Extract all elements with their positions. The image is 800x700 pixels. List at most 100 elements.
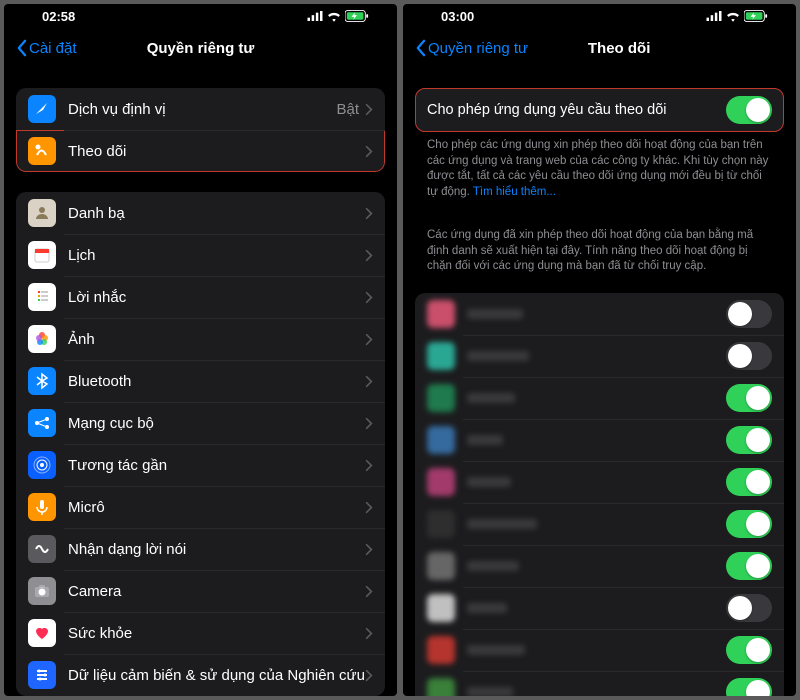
nearby-icon [28, 451, 56, 479]
nav-bar: Cài đặt Quyền riêng tư [4, 28, 397, 68]
row-nearby[interactable]: Tương tác gần [16, 444, 385, 486]
row-mic[interactable]: Micrô [16, 486, 385, 528]
app-name-blur [467, 351, 529, 361]
row-research[interactable]: Dữ liệu cảm biến & sử dụng của Nghiên cứ… [16, 654, 385, 696]
app-row[interactable] [415, 587, 784, 629]
app-tracking-switch[interactable] [726, 342, 772, 370]
chevron-right-icon [365, 333, 373, 346]
bluetooth-icon [28, 367, 56, 395]
back-label: Cài đặt [29, 40, 77, 57]
row-contacts[interactable]: Danh bạ [16, 192, 385, 234]
row-label: Sức khỏe [68, 625, 365, 642]
allow-tracking-switch[interactable] [726, 96, 772, 124]
app-name-blur [467, 309, 523, 319]
status-time: 02:58 [42, 9, 75, 24]
speech-icon [28, 535, 56, 563]
app-icon [427, 384, 455, 412]
row-label: Mạng cục bộ [68, 415, 365, 432]
chevron-left-icon [415, 39, 426, 57]
app-name-blur [467, 687, 513, 696]
app-icon [427, 636, 455, 664]
app-icon [427, 300, 455, 328]
wifi-icon [726, 11, 740, 22]
mic-icon [28, 493, 56, 521]
back-button[interactable]: Quyền riêng tư [415, 39, 528, 57]
app-tracking-switch[interactable] [726, 552, 772, 580]
content: Cho phép ứng dụng yêu cầu theo dõi Cho p… [403, 68, 796, 696]
page-title: Theo dõi [588, 40, 651, 57]
row-label: Dịch vụ định vị [68, 101, 336, 118]
app-name-blur [467, 561, 519, 571]
group-privacy-categories: Danh bạ Lịch Lời nhắc Ảnh Bluetooth Mạng… [16, 192, 385, 696]
status-icons [706, 10, 768, 22]
app-row[interactable] [415, 461, 784, 503]
row-location[interactable]: Dịch vụ định vị Bật [16, 88, 385, 130]
app-row[interactable] [415, 419, 784, 461]
row-label: Danh bạ [68, 205, 365, 222]
row-health[interactable]: Sức khỏe [16, 612, 385, 654]
battery-icon [744, 10, 768, 22]
tracking-footer-1: Cho phép các ứng dụng xin phép theo dõi … [415, 132, 784, 200]
app-name-blur [467, 645, 525, 655]
learn-more-link[interactable]: Tìm hiểu thêm... [473, 186, 556, 198]
tracking-footer-2: Các ứng dụng đã xin phép theo dõi hoạt đ… [415, 222, 784, 275]
app-tracking-switch[interactable] [726, 636, 772, 664]
contacts-icon [28, 199, 56, 227]
app-tracking-switch[interactable] [726, 594, 772, 622]
chevron-right-icon [365, 501, 373, 514]
calendar-icon [28, 241, 56, 269]
app-row[interactable] [415, 671, 784, 696]
app-tracking-switch[interactable] [726, 510, 772, 538]
localnet-icon [28, 409, 56, 437]
row-label: Nhận dạng lời nói [68, 541, 365, 558]
app-tracking-list [415, 293, 784, 696]
row-label: Theo dõi [68, 143, 365, 160]
app-tracking-switch[interactable] [726, 678, 772, 696]
app-icon [427, 342, 455, 370]
row-photos[interactable]: Ảnh [16, 318, 385, 360]
wifi-icon [327, 11, 341, 22]
chevron-right-icon [365, 103, 373, 116]
row-label: Ảnh [68, 331, 365, 348]
app-icon [427, 678, 455, 696]
row-reminders[interactable]: Lời nhắc [16, 276, 385, 318]
status-time: 03:00 [441, 9, 474, 24]
app-tracking-switch[interactable] [726, 468, 772, 496]
app-tracking-switch[interactable] [726, 426, 772, 454]
back-button[interactable]: Cài đặt [16, 39, 77, 57]
row-calendar[interactable]: Lịch [16, 234, 385, 276]
row-bluetooth[interactable]: Bluetooth [16, 360, 385, 402]
health-icon [28, 619, 56, 647]
row-label: Lịch [68, 247, 365, 264]
research-icon [28, 661, 56, 689]
app-row[interactable] [415, 629, 784, 671]
chevron-right-icon [365, 145, 373, 158]
chevron-right-icon [365, 669, 373, 682]
allow-tracking-row[interactable]: Cho phép ứng dụng yêu cầu theo dõi [415, 88, 784, 132]
row-speech[interactable]: Nhận dạng lời nói [16, 528, 385, 570]
chevron-right-icon [365, 417, 373, 430]
chevron-right-icon [365, 291, 373, 304]
app-row[interactable] [415, 293, 784, 335]
app-name-blur [467, 393, 515, 403]
app-tracking-switch[interactable] [726, 384, 772, 412]
camera-icon [28, 577, 56, 605]
app-icon [427, 468, 455, 496]
app-name-blur [467, 603, 507, 613]
row-localnet[interactable]: Mạng cục bộ [16, 402, 385, 444]
content: Dịch vụ định vị Bật Theo dõi Danh bạ Lịc… [4, 68, 397, 696]
app-tracking-switch[interactable] [726, 300, 772, 328]
row-tracking[interactable]: Theo dõi [16, 130, 385, 172]
app-row[interactable] [415, 377, 784, 419]
page-title: Quyền riêng tư [147, 40, 255, 57]
app-name-blur [467, 519, 537, 529]
chevron-right-icon [365, 207, 373, 220]
signal-icon [307, 11, 323, 21]
app-row[interactable] [415, 545, 784, 587]
app-row[interactable] [415, 335, 784, 377]
back-label: Quyền riêng tư [428, 40, 528, 57]
chevron-right-icon [365, 543, 373, 556]
row-camera[interactable]: Camera [16, 570, 385, 612]
chevron-right-icon [365, 249, 373, 262]
app-row[interactable] [415, 503, 784, 545]
